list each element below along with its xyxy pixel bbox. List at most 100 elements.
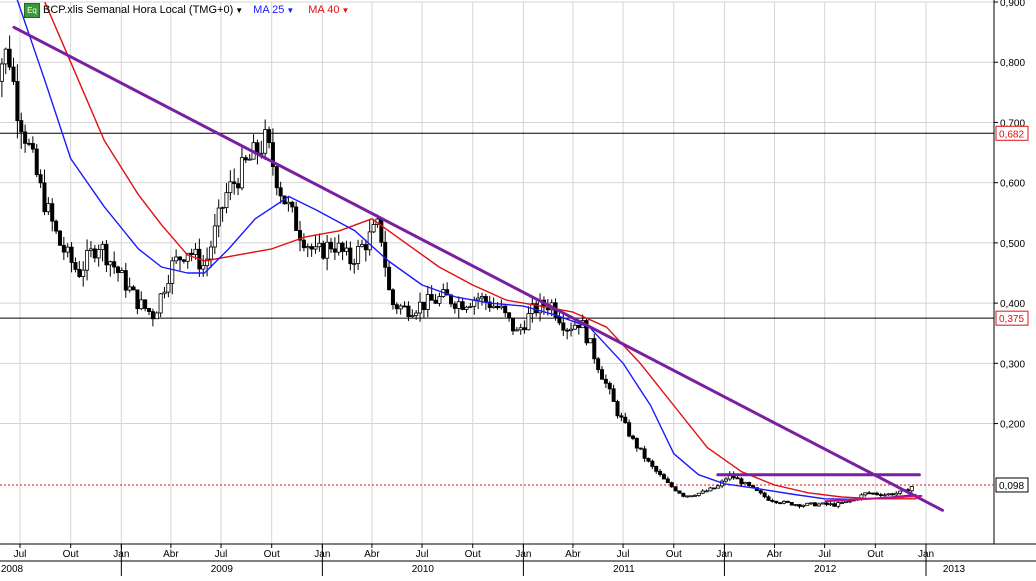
legend-ma40[interactable]: MA 40 — [308, 4, 339, 16]
equity-badge-icon: Eq — [24, 2, 40, 18]
candle-body — [216, 207, 221, 227]
chart-title: BCP.xlis Semanal Hora Local (TMG+0) — [43, 4, 234, 16]
candle-body — [116, 266, 121, 274]
x-tick-label: Out — [465, 549, 481, 560]
candle-body — [712, 487, 717, 490]
candle-body — [627, 422, 632, 437]
candle-body — [832, 503, 837, 507]
title-dropdown-icon[interactable]: ▼ — [235, 6, 243, 15]
candle-body — [874, 492, 879, 495]
year-label: 2010 — [412, 564, 435, 575]
candle-body — [433, 299, 438, 304]
candle-body — [317, 242, 322, 248]
candle-body — [499, 305, 504, 309]
candle-body — [394, 304, 399, 310]
candle-body — [166, 283, 171, 293]
y-tick-label: 0,600 — [1000, 179, 1025, 190]
candle-body — [658, 470, 663, 475]
candle-body — [359, 244, 364, 247]
y-tick-label: 0,500 — [1000, 239, 1025, 250]
candle-body — [735, 477, 740, 480]
candle-body — [243, 157, 248, 161]
candle-body — [92, 248, 97, 259]
candle-body — [371, 224, 376, 233]
candle-body — [890, 493, 895, 496]
candle-body — [390, 289, 395, 306]
candle-body — [452, 303, 457, 309]
candle-body — [3, 48, 8, 65]
y-tick-label: 0,800 — [1000, 58, 1025, 69]
candle-body — [747, 481, 752, 487]
candle-body — [410, 315, 415, 317]
candle-body — [700, 490, 705, 494]
candle-body — [38, 174, 43, 184]
candle-body — [189, 252, 194, 255]
candle-body — [696, 492, 701, 496]
legend-ma25[interactable]: MA 25 — [253, 4, 284, 16]
candle-body — [0, 63, 4, 82]
candle-body — [30, 143, 35, 150]
candle-body — [507, 312, 512, 319]
candle-body — [894, 492, 899, 496]
candle-body — [871, 492, 876, 495]
candle-body — [476, 297, 481, 301]
candle-body — [46, 203, 51, 213]
candle-body — [325, 241, 330, 259]
candle-body — [820, 502, 825, 505]
candle-body — [743, 481, 748, 485]
candle-body — [576, 324, 581, 329]
year-label: 2013 — [943, 564, 966, 575]
candle-body — [228, 181, 233, 194]
candle-body — [181, 259, 186, 262]
candle-body — [781, 500, 786, 504]
candle-body — [328, 241, 333, 250]
candle-body — [7, 48, 12, 68]
candle-body — [491, 305, 496, 309]
candle-body — [418, 301, 423, 314]
x-tick-label: Abr — [767, 549, 783, 560]
candle-body — [592, 338, 597, 360]
candle-body — [294, 206, 299, 231]
candle-body — [762, 492, 767, 498]
candle-body — [758, 490, 763, 494]
ma40-dropdown-icon[interactable]: ▼ — [341, 6, 349, 15]
candle-body — [836, 502, 841, 507]
candle-body — [812, 502, 817, 507]
candle-body — [878, 494, 883, 496]
candle-body — [665, 478, 670, 484]
candle-body — [634, 438, 639, 449]
candle-body — [460, 301, 465, 310]
candle-body — [162, 291, 167, 295]
candle-body — [479, 296, 484, 299]
candle-body — [135, 289, 140, 310]
ma25-dropdown-icon[interactable]: ▼ — [286, 6, 294, 15]
candle-body — [638, 447, 643, 450]
candle-body — [898, 490, 903, 494]
x-tick-label: Abr — [163, 549, 179, 560]
candle-body — [611, 388, 616, 402]
candle-body — [723, 478, 728, 482]
candle-body — [131, 286, 136, 291]
x-tick-label: Out — [666, 549, 682, 560]
candle-body — [630, 435, 635, 439]
candle-body — [119, 270, 124, 274]
candle-body — [774, 500, 779, 504]
candle-body — [57, 230, 62, 246]
candle-body — [619, 415, 624, 418]
candle-body — [77, 268, 82, 277]
price-level-label: 0,098 — [999, 481, 1024, 492]
candle-body — [336, 242, 341, 253]
y-tick-label: 0,200 — [1000, 420, 1025, 431]
x-tick-label: Out — [264, 549, 280, 560]
candle-body — [348, 247, 353, 265]
x-tick-label: Abr — [565, 549, 581, 560]
y-tick-label: 0,300 — [1000, 359, 1025, 370]
candle-body — [301, 239, 306, 249]
candle-body — [685, 495, 690, 498]
candle-body — [468, 305, 473, 308]
candle-body — [104, 243, 109, 266]
candle-body — [522, 327, 527, 331]
candle-body — [673, 486, 678, 492]
candle-body — [34, 148, 39, 176]
candle-body — [809, 502, 814, 505]
